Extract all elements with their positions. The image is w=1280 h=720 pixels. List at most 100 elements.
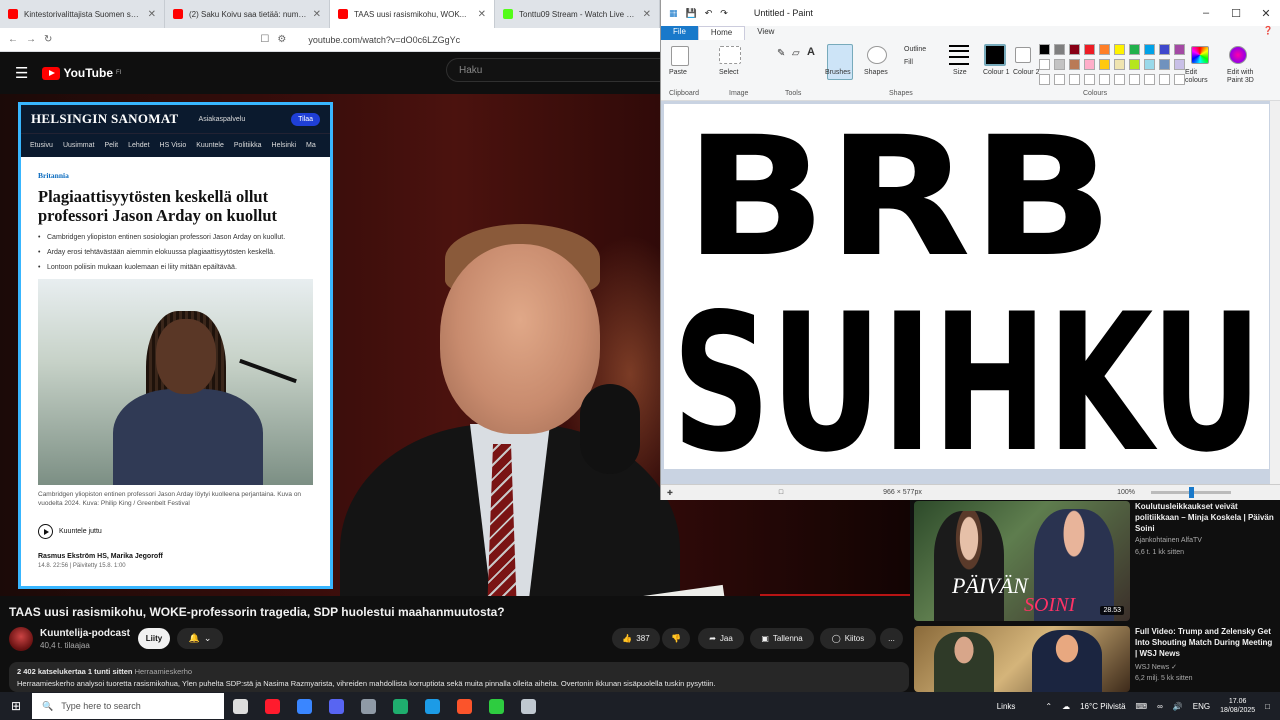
minimize-icon[interactable]: –	[1191, 7, 1221, 20]
youtube-search-input[interactable]: Haku	[446, 58, 660, 82]
video-description[interactable]: 2 402 katselukertaa 1 tunti sitten Herra…	[9, 662, 909, 692]
close-icon[interactable]: ✕	[1251, 7, 1280, 20]
recommended-video-title[interactable]: Full Video: Trump and Zelensky Get Into …	[1135, 626, 1275, 659]
keyboard-icon[interactable]: ⌨	[1136, 702, 1148, 711]
colour2-swatch[interactable]	[1015, 47, 1031, 63]
palette-swatch[interactable]	[1159, 59, 1170, 70]
palette-custom-swatch[interactable]	[1174, 74, 1185, 85]
menu-icon[interactable]: ☰	[15, 64, 28, 82]
palette-swatch[interactable]	[1174, 44, 1185, 55]
outline-label[interactable]: Outline	[904, 46, 926, 53]
opera-icon[interactable]	[256, 692, 288, 720]
fill-label[interactable]: Fill	[904, 59, 913, 66]
paste-icon[interactable]	[671, 46, 689, 66]
browser-tab[interactable]: TAAS uusi rasismikohu, WOK... ✕	[330, 0, 495, 28]
volume-icon[interactable]: 🔊	[1173, 702, 1183, 711]
clock[interactable]: 17.06 18/08/2025	[1220, 697, 1255, 715]
windows-start-icon[interactable]: ⊞	[0, 692, 32, 720]
palette-custom-swatch[interactable]	[1069, 74, 1080, 85]
dislike-button[interactable]: 👎	[662, 628, 690, 649]
help-icon[interactable]: ❓	[1263, 26, 1273, 40]
palette-swatch[interactable]	[1069, 59, 1080, 70]
tab-close-icon[interactable]: ✕	[643, 9, 651, 20]
drawing-canvas[interactable]: BRB SUIHKU	[664, 101, 1269, 494]
bookmark-icon[interactable]: ☐	[260, 34, 269, 45]
recommended-video-channel[interactable]: WSJ News ✓	[1135, 663, 1177, 671]
green-app-icon[interactable]	[384, 692, 416, 720]
shield-app-icon[interactable]	[352, 692, 384, 720]
browser-tab[interactable]: Tonttu09 Stream - Watch Live on Kick ✕	[495, 0, 660, 28]
palette-swatch[interactable]	[1114, 59, 1125, 70]
palette-custom-swatch[interactable]	[1039, 74, 1050, 85]
undo-icon[interactable]: ↶	[705, 8, 713, 19]
redo-icon[interactable]: ↷	[720, 8, 728, 19]
palette-custom-swatch[interactable]	[1159, 74, 1170, 85]
palette-swatch[interactable]	[1129, 59, 1140, 70]
palette-swatch[interactable]	[1084, 59, 1095, 70]
links-label[interactable]: Links	[997, 702, 1016, 711]
files-icon[interactable]	[288, 692, 320, 720]
network-icon[interactable]: ∞	[1157, 702, 1163, 711]
url-field[interactable]: youtube.com/watch?v=dO0c6LZGgYc	[308, 35, 460, 45]
recommended-video-thumbnail[interactable]: PÄIVÄN SOINI 28.53	[914, 501, 1130, 621]
paint-icon[interactable]	[512, 692, 544, 720]
edge-icon[interactable]	[416, 692, 448, 720]
chevron-up-icon[interactable]: ⌃	[1045, 702, 1052, 711]
palette-swatch[interactable]	[1174, 59, 1185, 70]
palette-swatch[interactable]	[1144, 44, 1155, 55]
recommended-video-thumbnail[interactable]	[914, 626, 1130, 692]
palette-swatch[interactable]	[1099, 44, 1110, 55]
palette-swatch[interactable]	[1069, 44, 1080, 55]
pencil-icon[interactable]: ✎	[777, 48, 785, 59]
palette-swatch[interactable]	[1039, 59, 1050, 70]
browser-tab[interactable]: (2) Saku Koivu saa tietää: numero... ✕	[165, 0, 330, 28]
site-settings-icon[interactable]: ⚙	[277, 34, 286, 45]
select-icon[interactable]	[719, 46, 741, 64]
home-tab[interactable]: Home	[697, 26, 746, 40]
more-actions-button[interactable]: ...	[880, 628, 903, 649]
colour1-swatch[interactable]	[984, 44, 1006, 66]
palette-swatch[interactable]	[1054, 44, 1065, 55]
media-player-icon[interactable]	[480, 692, 512, 720]
recommended-video-title[interactable]: Koulutusleikkaukset veivät politiikkaan …	[1135, 501, 1275, 534]
palette-custom-swatch[interactable]	[1084, 74, 1095, 85]
fill-icon[interactable]: ▱	[792, 48, 800, 59]
edit-colours-icon[interactable]	[1191, 46, 1209, 64]
reload-icon[interactable]: ↻	[44, 34, 52, 45]
back-icon[interactable]: ←	[8, 34, 18, 45]
channel-name[interactable]: Kuuntelija-podcast	[40, 628, 130, 639]
palette-swatch[interactable]	[1054, 59, 1065, 70]
brave-icon[interactable]	[448, 692, 480, 720]
palette-custom-swatch[interactable]	[1129, 74, 1140, 85]
taskbar-search[interactable]: 🔍 Type here to search	[32, 693, 224, 719]
palette-swatch[interactable]	[1114, 44, 1125, 55]
view-tab[interactable]: View	[745, 26, 786, 40]
zoom-slider[interactable]	[1151, 487, 1231, 498]
recommended-video-channel[interactable]: Ajankohtainen AlfaTV	[1135, 537, 1202, 544]
palette-swatch[interactable]	[1129, 44, 1140, 55]
weather-text[interactable]: 16°C Pilvistä	[1080, 702, 1125, 711]
forward-icon[interactable]: →	[26, 34, 36, 45]
youtube-logo[interactable]: YouTube FI	[42, 66, 121, 80]
channel-avatar[interactable]	[9, 627, 33, 651]
palette-swatch[interactable]	[1099, 59, 1110, 70]
tab-close-icon[interactable]: ✕	[478, 9, 486, 20]
discord-icon[interactable]	[320, 692, 352, 720]
tab-close-icon[interactable]: ✕	[148, 9, 156, 20]
task-view-icon[interactable]	[224, 692, 256, 720]
tab-close-icon[interactable]: ✕	[313, 9, 321, 20]
notification-icon[interactable]: □	[1265, 702, 1270, 711]
palette-swatch[interactable]	[1144, 59, 1155, 70]
text-icon[interactable]: A	[807, 46, 815, 58]
shapes-icon[interactable]	[867, 46, 887, 64]
palette-custom-swatch[interactable]	[1144, 74, 1155, 85]
thanks-button[interactable]: ◯ Kiitos	[820, 628, 876, 649]
palette-swatch[interactable]	[1084, 44, 1095, 55]
palette-custom-swatch[interactable]	[1099, 74, 1110, 85]
join-button[interactable]: Liity	[138, 628, 170, 649]
description-tag[interactable]: Herraamieskerho	[135, 667, 193, 676]
paint3d-icon[interactable]	[1229, 46, 1247, 64]
palette-swatch[interactable]	[1039, 44, 1050, 55]
size-icon[interactable]	[949, 45, 969, 47]
palette-custom-swatch[interactable]	[1114, 74, 1125, 85]
